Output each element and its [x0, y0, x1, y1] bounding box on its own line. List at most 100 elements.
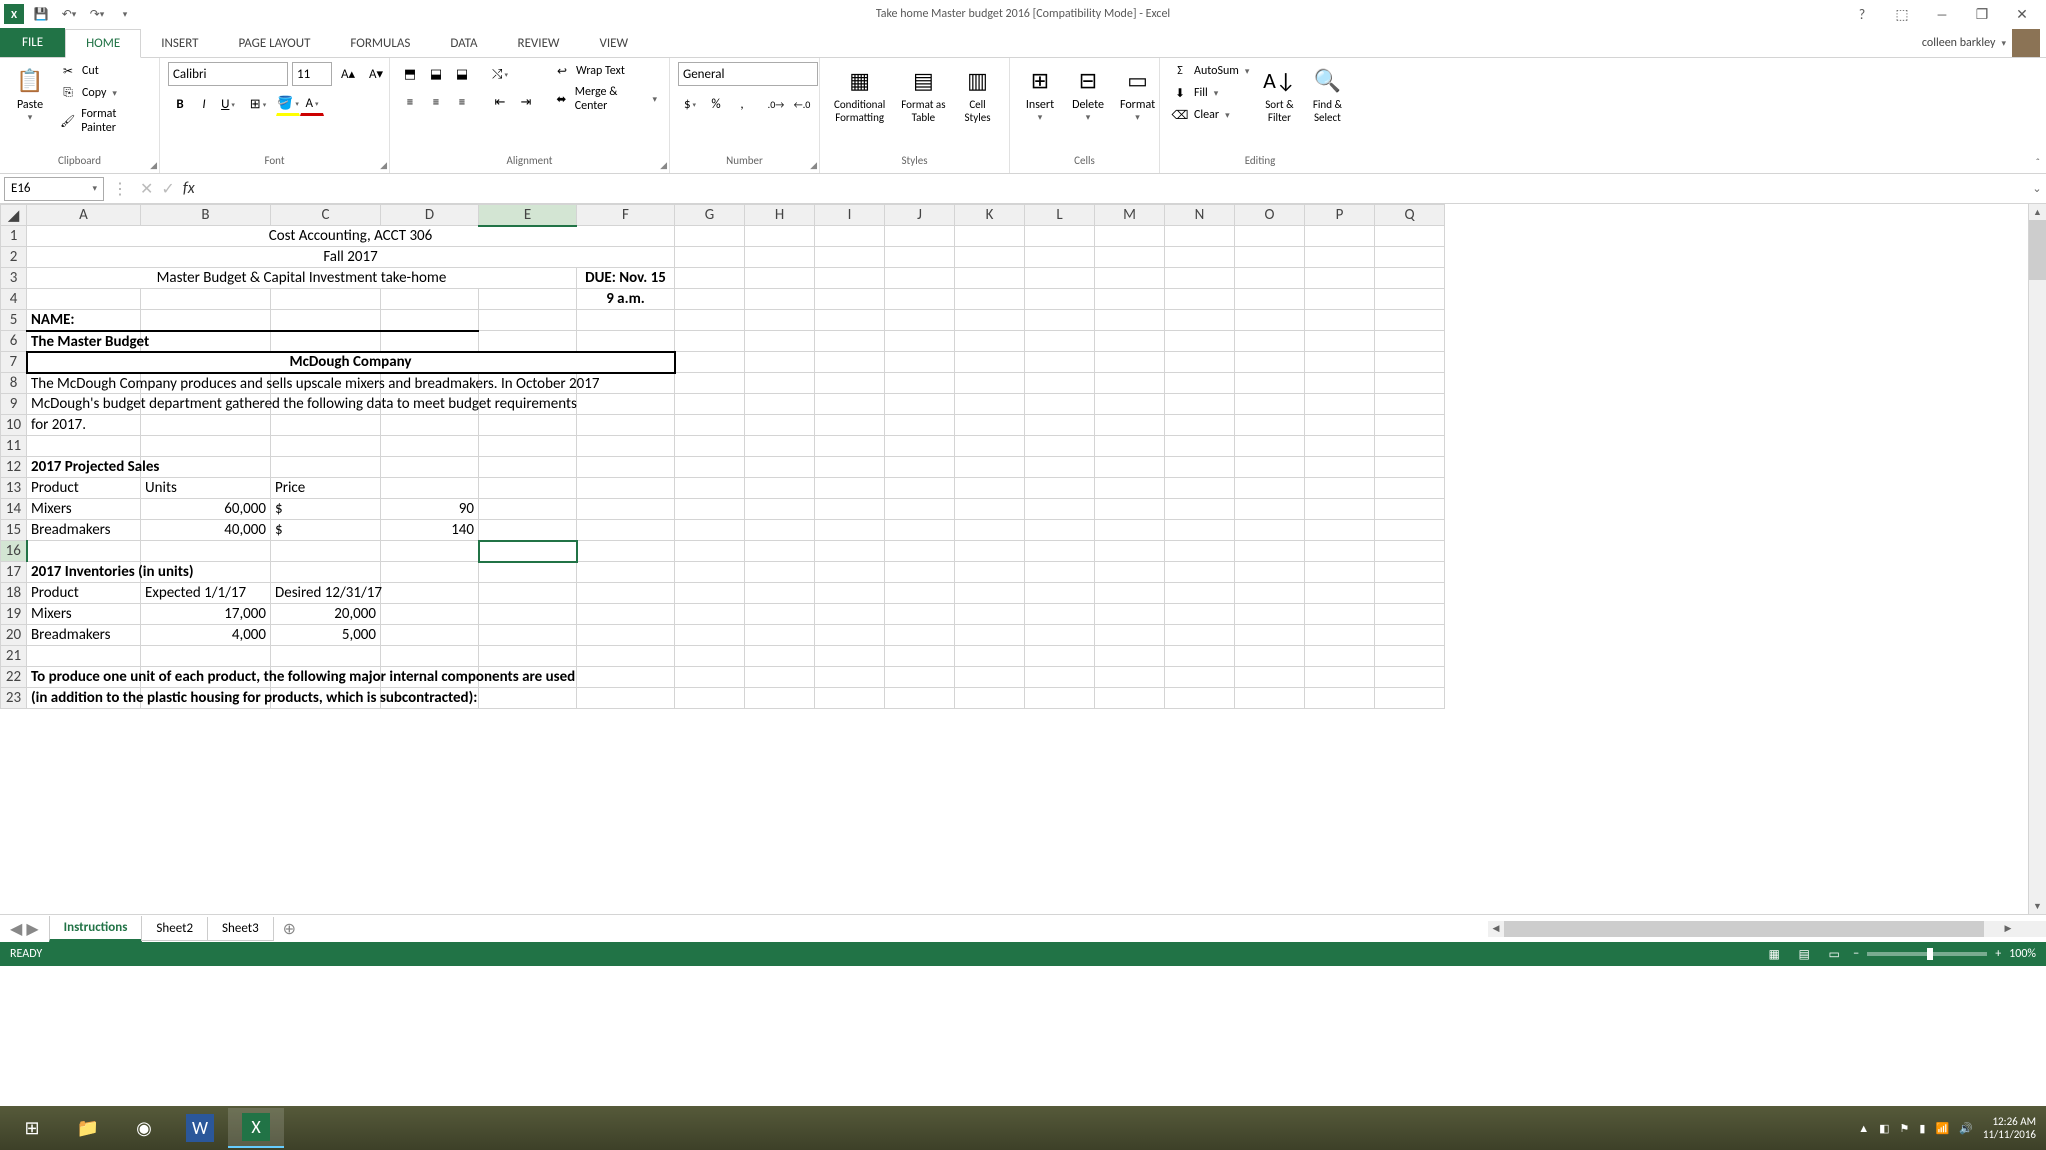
close-icon[interactable]: ✕ [2004, 3, 2040, 25]
vertical-scrollbar[interactable]: ▲ ▼ [2028, 204, 2046, 914]
sort-filter-button[interactable]: A↓Sort & Filter [1257, 62, 1301, 126]
cell[interactable]: 2017 Projected Sales [27, 457, 141, 478]
file-explorer-button[interactable]: 📁 [60, 1108, 116, 1148]
tab-view[interactable]: VIEW [580, 30, 649, 57]
alignment-launcher-icon[interactable]: ◢ [660, 160, 667, 171]
merge-center-button[interactable]: ⬌Merge & Center ▾ [550, 84, 661, 114]
selected-cell[interactable] [479, 541, 577, 562]
page-break-view-icon[interactable]: ▭ [1823, 945, 1845, 963]
increase-decimal-icon[interactable]: .0→ [764, 92, 788, 116]
wrap-text-button[interactable]: ↩Wrap Text [550, 62, 661, 80]
horizontal-scrollbar[interactable]: ◀ ▶ [1488, 921, 2028, 937]
number-launcher-icon[interactable]: ◢ [810, 160, 817, 171]
italic-button[interactable]: I [192, 92, 216, 116]
col-header[interactable]: G [675, 205, 745, 226]
align-middle-icon[interactable]: ⬓ [424, 62, 448, 86]
row-header[interactable]: 3 [1, 268, 27, 289]
number-format-select[interactable] [678, 62, 818, 86]
cell[interactable]: Product [27, 583, 141, 604]
underline-button[interactable]: U [216, 92, 240, 116]
account-area[interactable]: colleen barkley▾ [1922, 29, 2040, 57]
fill-color-button[interactable]: 🪣 [276, 92, 300, 116]
tab-data[interactable]: DATA [430, 30, 497, 57]
borders-button[interactable]: ⊞ [246, 92, 270, 116]
row-header[interactable]: 17 [1, 562, 27, 583]
cell[interactable]: $ [271, 499, 381, 520]
cell[interactable]: Desired 12/31/17 [271, 583, 381, 604]
row-header[interactable]: 18 [1, 583, 27, 604]
cell[interactable]: Expected 1/1/17 [141, 583, 271, 604]
scroll-up-icon[interactable]: ▲ [2029, 204, 2046, 220]
show-hidden-icons-icon[interactable]: ▲ [1858, 1122, 1869, 1135]
row-header[interactable]: 16 [1, 541, 27, 562]
decrease-indent-icon[interactable]: ⇤ [488, 90, 512, 114]
row-header[interactable]: 9 [1, 394, 27, 415]
col-header[interactable]: N [1165, 205, 1235, 226]
autosum-button[interactable]: ΣAutoSum ▾ [1168, 62, 1253, 80]
cell[interactable]: 17,000 [141, 604, 271, 625]
cell[interactable]: Fall 2017 [27, 247, 675, 268]
font-name-select[interactable] [168, 62, 288, 86]
row-header[interactable]: 4 [1, 289, 27, 310]
col-header[interactable]: M [1095, 205, 1165, 226]
accounting-format-icon[interactable]: $ [678, 92, 702, 116]
scroll-left-icon[interactable]: ◀ [1488, 923, 1504, 934]
col-header[interactable]: D [381, 205, 479, 226]
row-header[interactable]: 12 [1, 457, 27, 478]
tray-app-icon[interactable]: ◧ [1879, 1122, 1889, 1135]
cell[interactable]: 9 a.m. [577, 289, 675, 310]
cell[interactable]: 40,000 [141, 520, 271, 541]
name-box[interactable]: E16▾ [4, 177, 104, 201]
tab-formulas[interactable]: FORMULAS [330, 30, 430, 57]
comma-format-icon[interactable]: , [730, 92, 754, 116]
orientation-icon[interactable]: ⤭ [488, 62, 512, 86]
cell[interactable]: Mixers [27, 604, 141, 625]
sheet-tab-sheet2[interactable]: Sheet2 [141, 917, 208, 941]
cut-button[interactable]: ✂Cut [56, 62, 151, 80]
cell[interactable]: 20,000 [271, 604, 381, 625]
cell[interactable]: The Master Budget [27, 331, 141, 352]
decrease-font-icon[interactable]: A▾ [364, 62, 388, 86]
format-painter-button[interactable]: 🖌Format Painter [56, 106, 151, 136]
increase-indent-icon[interactable]: ⇥ [514, 90, 538, 114]
format-as-table-button[interactable]: ▤Format as Table [895, 62, 951, 126]
cell[interactable]: The McDough Company produces and sells u… [27, 373, 141, 394]
cell[interactable]: Product [27, 478, 141, 499]
cell[interactable]: 5,000 [271, 625, 381, 646]
cell[interactable]: Cost Accounting, ACCT 306 [27, 226, 675, 247]
cell[interactable]: DUE: Nov. 15 [577, 268, 675, 289]
help-icon[interactable]: ? [1844, 3, 1880, 25]
row-header[interactable]: 6 [1, 331, 27, 352]
tray-flag-icon[interactable]: ⚑ [1900, 1122, 1910, 1135]
excel-button[interactable]: X [228, 1108, 284, 1148]
sheet-nav-next-icon[interactable]: ▶ [26, 919, 38, 939]
undo-icon[interactable]: ↶▾ [58, 3, 80, 25]
cell[interactable]: To produce one unit of each product, the… [27, 667, 141, 688]
select-all-corner[interactable]: ◢ [1, 205, 27, 226]
cell[interactable]: (in addition to the plastic housing for … [27, 688, 141, 709]
cell[interactable]: $ [271, 520, 381, 541]
conditional-formatting-button[interactable]: ▦Conditional Formatting [828, 62, 891, 126]
decrease-decimal-icon[interactable]: ←.0 [790, 92, 814, 116]
clipboard-launcher-icon[interactable]: ◢ [150, 160, 157, 171]
hscroll-thumb[interactable] [1504, 921, 1984, 937]
font-size-select[interactable] [292, 62, 332, 86]
tab-review[interactable]: REVIEW [498, 30, 580, 57]
row-header[interactable]: 7 [1, 352, 27, 373]
row-header[interactable]: 23 [1, 688, 27, 709]
bold-button[interactable]: B [168, 92, 192, 116]
delete-cells-button[interactable]: ⊟Delete▾ [1066, 62, 1110, 125]
fill-button[interactable]: ⬇Fill ▾ [1168, 84, 1253, 102]
cell[interactable]: 60,000 [141, 499, 271, 520]
page-layout-view-icon[interactable]: ▤ [1793, 945, 1815, 963]
col-header[interactable]: Q [1375, 205, 1445, 226]
restore-icon[interactable]: ❐ [1964, 3, 2000, 25]
cell-styles-button[interactable]: ▥Cell Styles [956, 62, 1000, 126]
redo-icon[interactable]: ↷▾ [86, 3, 108, 25]
tab-page-layout[interactable]: PAGE LAYOUT [219, 30, 331, 57]
col-header[interactable]: B [141, 205, 271, 226]
align-left-icon[interactable]: ≡ [398, 90, 422, 114]
cell[interactable]: for 2017. [27, 415, 141, 436]
cancel-formula-icon[interactable]: ✕ [140, 179, 153, 199]
taskbar-clock[interactable]: 12:26 AM 11/11/2016 [1983, 1115, 2036, 1141]
